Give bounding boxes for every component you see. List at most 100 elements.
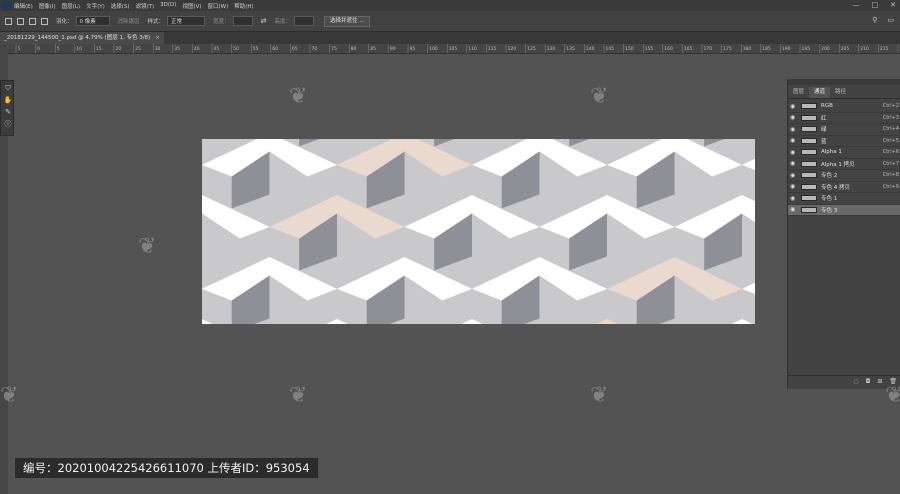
visibility-eye-icon[interactable]: ◉ — [790, 183, 798, 190]
menu-item[interactable]: 图层(L) — [62, 2, 80, 10]
channel-row[interactable]: ◉ 红 Ctrl+3 — [788, 113, 900, 124]
ruler-tick-label: 95 — [410, 46, 416, 52]
channel-name: 绿 — [821, 127, 827, 134]
workspace-icon[interactable]: ▭ — [887, 16, 894, 24]
info-icon[interactable]: ⓘ — [3, 120, 13, 129]
channels-panel: 图层 通道 路径 ◉ RGB Ctrl+2 ◉ 红 Ctrl+3 ◉ 绿 Ctrl+4 ◉ 蓝 Ctrl+… — [787, 79, 900, 389]
ruler-tick-label: 200 — [821, 46, 830, 52]
ruler-tick-label: 0 — [37, 46, 40, 52]
channel-shortcut: Ctrl+8 — [882, 172, 899, 179]
visibility-eye-icon[interactable]: ◉ — [790, 103, 798, 110]
watermark-id-label: 编号：20201004225426611070 上传者ID：953054 — [15, 458, 318, 478]
visibility-eye-icon[interactable]: ◉ — [790, 160, 798, 167]
ruler-tick-label: 215 — [880, 46, 889, 52]
maximize-icon[interactable]: □ — [872, 1, 879, 9]
photoshop-logo-icon[interactable] — [2, 1, 12, 10]
menu-item[interactable]: 滤镜(T) — [136, 2, 155, 10]
channel-row[interactable]: ◉ 专色 1 — [788, 193, 900, 205]
channel-thumbnail — [801, 114, 817, 121]
add-selection-icon[interactable] — [17, 17, 24, 25]
new-channel-icon[interactable]: ⊞ — [877, 376, 882, 386]
panel-tab[interactable]: 路径 — [830, 87, 851, 98]
ruler-tick-label: 45 — [214, 46, 220, 52]
feather-input[interactable]: 0 像素 — [75, 16, 110, 26]
ruler-tick-label: 70 — [312, 46, 318, 52]
minimize-icon[interactable]: — — [853, 1, 860, 9]
channel-name: 专色 4 拷贝 — [821, 184, 850, 191]
document-tab[interactable]: _20181229_144500_1.psd @ 4.79% (图层 1, 专色… — [0, 32, 164, 44]
ruler-tick-label: 85 — [370, 46, 376, 52]
load-selection-icon[interactable]: ◌ — [853, 376, 858, 386]
menu-item[interactable]: 帮助(H) — [234, 2, 253, 10]
new-selection-icon[interactable] — [5, 17, 12, 25]
channel-thumbnail — [801, 195, 817, 202]
ruler-tick-label: 80 — [351, 46, 357, 52]
height-label: 高度： — [274, 19, 291, 25]
menu-item[interactable]: 文字(Y) — [86, 2, 105, 10]
close-tab-icon[interactable]: × — [155, 35, 160, 41]
visibility-eye-icon[interactable]: ◉ — [790, 206, 798, 213]
search-icon[interactable]: ⚲ — [872, 16, 877, 24]
channel-row[interactable]: ◉ Alpha 1 Ctrl+6 — [788, 147, 900, 159]
ruler-tick-label: 160 — [664, 46, 673, 52]
channel-name: 专色 2 — [821, 173, 838, 180]
channel-row[interactable]: ◉ 绿 Ctrl+4 — [788, 124, 900, 136]
ruler-tick-label: 30 — [155, 46, 161, 52]
visibility-eye-icon[interactable]: ◉ — [790, 137, 798, 144]
ruler-tick-label: 205 — [841, 46, 850, 52]
panel-header — [788, 79, 900, 85]
watermark-logo-icon: ❦ — [0, 383, 19, 408]
antialias-checkbox[interactable]: 消除锯齿 — [118, 17, 140, 25]
watermark-logo-icon: ❦ — [590, 84, 609, 109]
ruler-tick-label: 120 — [508, 46, 517, 52]
panel-tab[interactable]: 通道 — [809, 87, 831, 98]
channel-shortcut: Ctrl+5 — [882, 137, 899, 144]
hand-icon[interactable]: ✋ — [3, 96, 13, 105]
ruler-tick-label: 135 — [566, 46, 575, 52]
visibility-eye-icon[interactable]: ◉ — [790, 172, 798, 179]
select-and-mask-button[interactable]: 选择并遮住 ... — [323, 15, 371, 27]
panel-tab[interactable]: 图层 — [788, 87, 809, 98]
channel-row[interactable]: ◉ 蓝 Ctrl+5 — [788, 136, 900, 147]
ruler-tick-label: 170 — [704, 46, 713, 52]
ruler-tick-label: 115 — [488, 46, 497, 52]
menu-item[interactable]: 图像(I) — [39, 2, 56, 10]
menu-item[interactable]: 视图(V) — [182, 2, 201, 10]
height-input[interactable] — [293, 16, 314, 26]
menu-item[interactable]: 编辑(E) — [14, 2, 33, 10]
channel-row[interactable]: ◉ 专色 2 Ctrl+8 — [788, 170, 900, 182]
channel-thumbnail — [801, 183, 817, 190]
channel-row[interactable]: ◉ RGB Ctrl+2 — [788, 101, 900, 113]
channel-row[interactable]: ◉ Alpha 1 拷贝 Ctrl+7 — [788, 159, 900, 170]
channel-thumbnail — [801, 126, 817, 133]
subtract-selection-icon[interactable] — [29, 17, 36, 25]
menu-item[interactable]: 3D(D) — [160, 2, 176, 10]
channel-name: 专色 3 — [821, 207, 838, 214]
paint-bucket-icon[interactable]: ⛉ — [3, 84, 13, 93]
width-input[interactable] — [232, 16, 253, 26]
channel-thumbnail — [801, 137, 817, 144]
document-canvas[interactable] — [202, 139, 755, 324]
visibility-eye-icon[interactable]: ◉ — [790, 114, 798, 121]
ruler-tick-label: 60 — [272, 46, 278, 52]
visibility-eye-icon[interactable]: ◉ — [790, 195, 798, 202]
horizontal-ruler: 5 0 5 10 15 20 25 30 35 40 45 50 55 60 65 70 75 80 85 90 95 1… — [8, 44, 900, 54]
channel-shortcut: Ctrl+3 — [882, 114, 899, 121]
document-tab-bar: _20181229_144500_1.psd @ 4.79% (图层 1, 专色… — [0, 32, 900, 44]
menu-item[interactable]: 窗口(W) — [208, 2, 229, 10]
ruler-tick-label: 165 — [684, 46, 693, 52]
panel-tabs: 图层 通道 路径 — [788, 87, 900, 99]
channel-row[interactable]: ◉ 专色 3 — [788, 204, 900, 216]
channel-name: Alpha 1 — [821, 149, 842, 156]
style-select[interactable]: 正常 — [167, 16, 206, 26]
visibility-eye-icon[interactable]: ◉ — [790, 126, 798, 133]
intersect-selection-icon[interactable] — [41, 17, 48, 25]
menu-item[interactable]: 选择(S) — [111, 2, 130, 10]
ruler-tick-label: 145 — [606, 46, 615, 52]
swap-icon[interactable]: ⇄ — [261, 17, 267, 25]
save-selection-icon[interactable]: ◘ — [866, 376, 871, 386]
channel-row[interactable]: ◉ 专色 4 拷贝 Ctrl+9 — [788, 182, 900, 193]
close-icon[interactable]: ✕ — [890, 1, 896, 9]
brush-icon[interactable]: ✎ — [3, 108, 13, 117]
visibility-eye-icon[interactable]: ◉ — [790, 149, 798, 156]
